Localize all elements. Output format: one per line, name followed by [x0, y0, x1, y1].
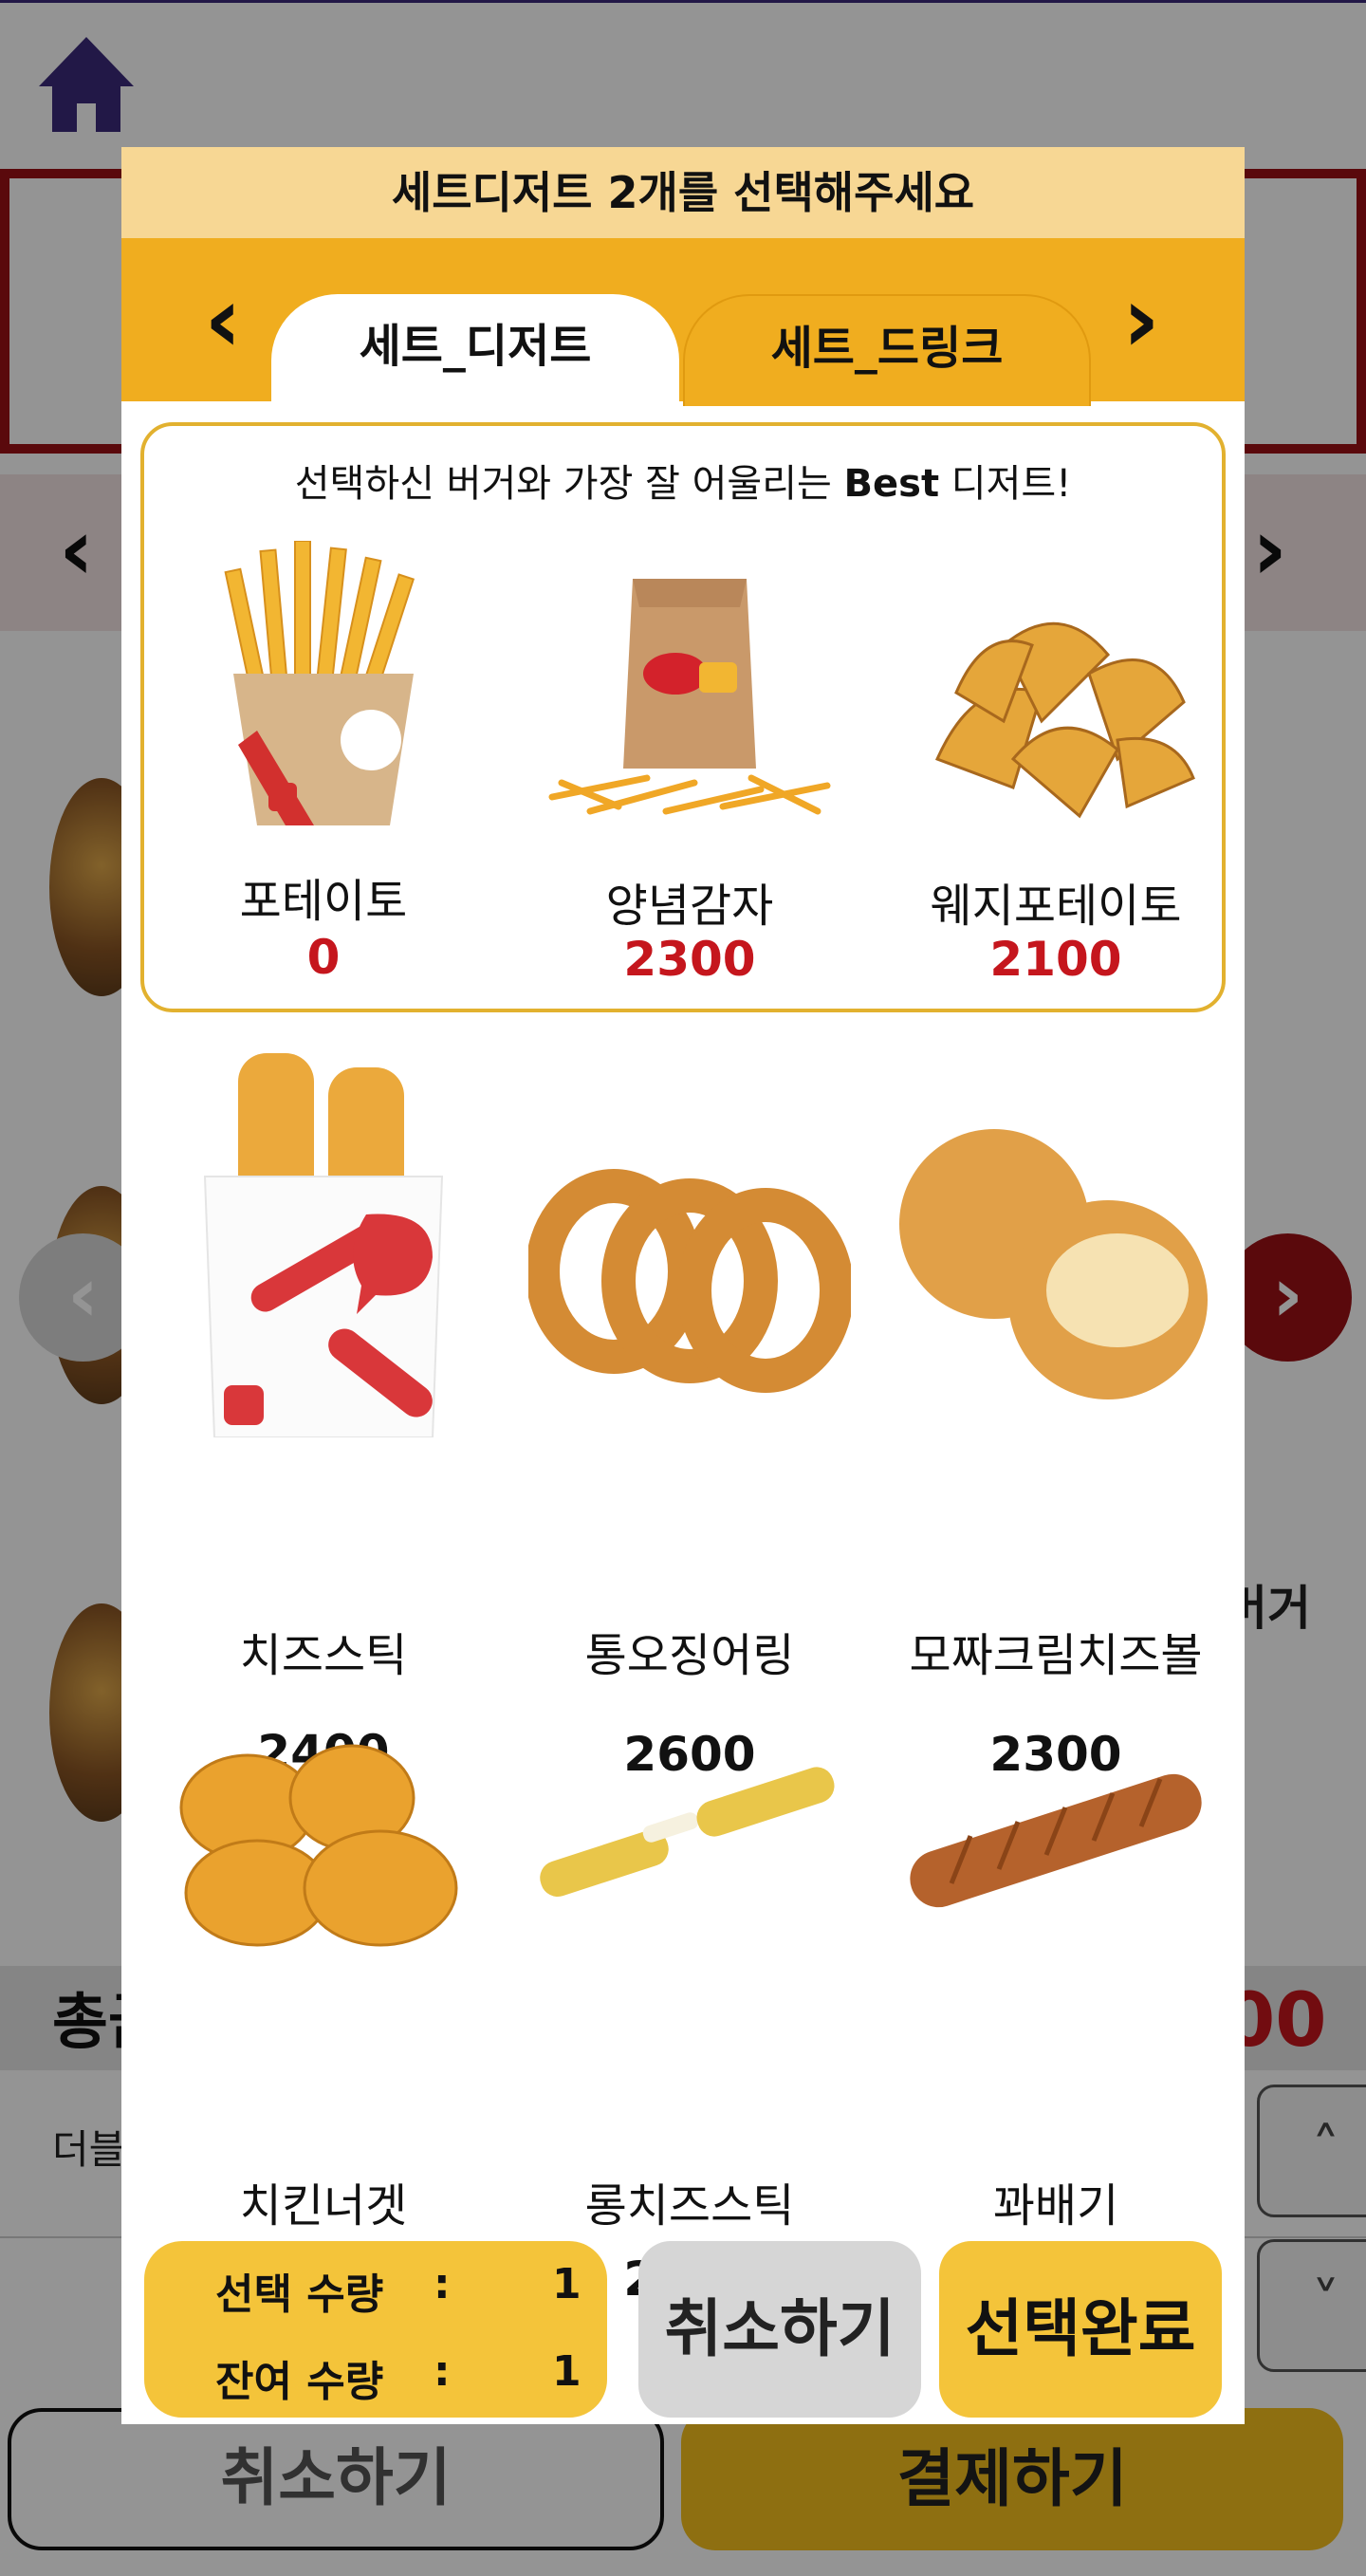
cancel-button[interactable]: 취소하기	[638, 2241, 921, 2418]
menu-item-squid-ring[interactable]: 통오징어링 2600	[507, 1053, 873, 1782]
item-name: 웨지포테이토	[930, 880, 1182, 933]
menu-item-long-cheese-stick[interactable]: 롱치즈스틱 2000	[507, 1732, 873, 2307]
item-price: 2100	[989, 932, 1122, 987]
dessert-select-modal: 세트디저트 2개를 선택해주세요 ‹ › 세트_드링크 세트_디저트 선택하신 …	[121, 147, 1245, 2424]
menu-item-nugget[interactable]: 치킨너겟 2700	[140, 1732, 507, 2307]
best-heading-prefix: 선택하신 버거와 가장 잘 어울리는	[294, 462, 844, 506]
best-heading: 선택하신 버거와 가장 잘 어울리는 Best 디저트!	[121, 453, 1245, 508]
best-heading-bold: Best	[843, 462, 940, 506]
item-name: 모짜크림치즈볼	[909, 1629, 1203, 1682]
seasoned-fries-icon	[548, 579, 831, 815]
nugget-icon	[179, 1744, 458, 1947]
item-price: 2300	[623, 932, 756, 987]
item-name: 꽈배기	[992, 2179, 1119, 2233]
menu-item-wedge-potato[interactable]: 웨지포테이토 2100	[873, 541, 1239, 996]
remaining-quantity-label: 잔여 수량	[215, 2358, 384, 2406]
tab-set-dessert[interactable]: 세트_디저트	[271, 294, 679, 406]
fries-icon	[224, 540, 415, 825]
tab-next-icon[interactable]: ›	[1089, 263, 1193, 377]
selected-quantity-value: 1	[552, 2260, 581, 2308]
cheese-ball-icon	[899, 1129, 1208, 1399]
menu-item-twisted-donut[interactable]: 꽈배기 2000	[873, 1732, 1239, 2307]
cheese-stick-icon	[203, 1053, 444, 1438]
tab-prev-icon[interactable]: ‹	[171, 263, 275, 377]
item-name: 롱치즈스틱	[584, 2179, 795, 2233]
selected-quantity-sep: :	[434, 2260, 451, 2308]
item-name: 치킨너겟	[239, 2179, 408, 2233]
menu-item-cheese-ball[interactable]: 모짜크림치즈볼 2300	[873, 1053, 1239, 1782]
confirm-selection-button[interactable]: 선택완료	[939, 2241, 1222, 2418]
remaining-quantity-sep: :	[434, 2347, 451, 2396]
best-heading-suffix: 디저트!	[939, 462, 1072, 506]
modal-title: 세트디저트 2개를 선택해주세요	[121, 147, 1245, 238]
selected-quantity-label: 선택 수량	[215, 2270, 384, 2319]
item-name: 치즈스틱	[239, 1629, 408, 1682]
item-name: 양념감자	[605, 880, 774, 933]
item-name: 포테이토	[239, 875, 408, 928]
remaining-quantity-value: 1	[552, 2347, 581, 2396]
quantity-box: 선택 수량 : 1 잔여 수량 : 1	[144, 2241, 607, 2418]
item-name: 통오징어링	[584, 1629, 795, 1682]
menu-item-cheese-stick[interactable]: 치즈스틱 2400	[140, 1053, 507, 1780]
menu-item-potato[interactable]: 포테이토 0	[140, 540, 507, 996]
twisted-donut-icon	[910, 1773, 1202, 1908]
long-cheese-stick-icon	[540, 1767, 835, 1898]
tab-set-drink[interactable]: 세트_드링크	[683, 294, 1091, 406]
squid-ring-icon	[526, 1169, 854, 1393]
wedge-potato-icon	[934, 621, 1195, 819]
menu-item-seasoned-potato[interactable]: 양념감자 2300	[507, 541, 873, 996]
item-price: 0	[306, 930, 341, 985]
